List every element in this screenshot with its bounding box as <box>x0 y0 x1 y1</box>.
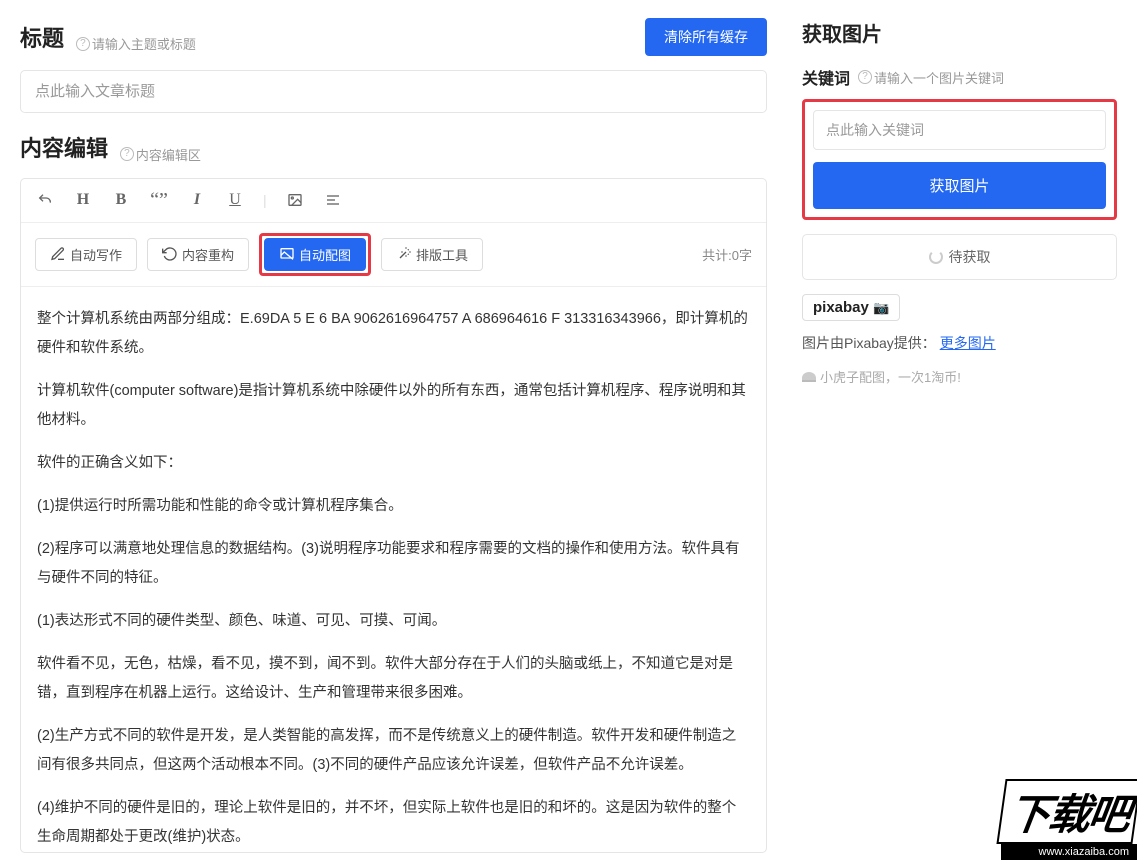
action-toolbar: 自动写作 内容重构 自动配图 排版工具 共计:0字 <box>21 223 766 287</box>
content-header: 内容编辑 ? 内容编辑区 <box>20 131 767 164</box>
bold-icon[interactable]: B <box>111 191 131 209</box>
editor-box: H B “” I U | 自动写作 <box>20 178 767 853</box>
keyword-input[interactable] <box>813 110 1106 150</box>
provider-row: 图片由Pixabay提供： 更多图片 <box>802 333 1117 353</box>
undo-icon[interactable] <box>35 192 55 208</box>
more-images-link[interactable]: 更多图片 <box>940 335 996 351</box>
info-icon: ? <box>76 37 90 51</box>
italic-icon[interactable]: I <box>187 191 207 209</box>
restructure-button[interactable]: 内容重构 <box>147 238 249 271</box>
paragraph: 计算机软件(computer software)是指计算机系统中除硬件以外的所有… <box>37 377 750 435</box>
layout-tool-button[interactable]: 排版工具 <box>381 238 483 271</box>
separator: | <box>263 192 267 208</box>
refresh-icon <box>162 246 178 262</box>
keyword-hint: ? 请输入一个图片关键词 <box>858 68 1004 87</box>
align-left-icon[interactable] <box>323 192 343 208</box>
content-hint: ? 内容编辑区 <box>120 145 201 164</box>
info-icon: ? <box>120 147 134 161</box>
title-hint: ? 请输入主题或标题 <box>76 34 196 53</box>
footer-note: 小虎子配图，一次1淘币! <box>802 367 1117 386</box>
char-count: 共计:0字 <box>702 245 752 264</box>
pencil-icon <box>50 246 66 262</box>
article-title-input[interactable] <box>20 70 767 113</box>
highlight-keyword-box: 获取图片 <box>802 99 1117 220</box>
auto-write-button[interactable]: 自动写作 <box>35 238 137 271</box>
paragraph: (2)生产方式不同的软件是开发，是人类智能的高发挥，而不是传统意义上的硬件制造。… <box>37 722 750 780</box>
paragraph: 软件的正确含义如下： <box>37 449 750 478</box>
get-image-title: 获取图片 <box>802 18 1117 47</box>
title-header: 标题 ? 请输入主题或标题 清除所有缓存 <box>20 18 767 56</box>
keyword-label-row: 关键词 ? 请输入一个图片关键词 <box>802 65 1117 89</box>
pending-status: 待获取 <box>802 234 1117 280</box>
quote-icon[interactable]: “” <box>149 189 169 212</box>
auto-image-button[interactable]: 自动配图 <box>264 238 366 271</box>
main-column: 标题 ? 请输入主题或标题 清除所有缓存 内容编辑 ? 内容编辑区 <box>0 0 787 860</box>
clear-cache-button[interactable]: 清除所有缓存 <box>645 18 767 56</box>
highlight-auto-image: 自动配图 <box>259 233 371 276</box>
info-icon: ? <box>858 70 872 84</box>
paragraph: 整个计算机系统由两部分组成：E.69DA 5 E 6 BA 9062616964… <box>37 305 750 363</box>
title-label: 标题 <box>20 26 64 51</box>
paragraph: 软件看不见，无色，枯燥，看不见，摸不到，闻不到。软件大部分存在于人们的头脑或纸上… <box>37 650 750 708</box>
paragraph: (4)维护不同的硬件是旧的，理论上软件是旧的，并不坏，但实际上软件也是旧的和坏的… <box>37 794 750 852</box>
wand-icon <box>396 246 412 262</box>
paragraph: (2)程序可以满意地处理信息的数据结构。(3)说明程序功能要求和程序需要的文档的… <box>37 535 750 593</box>
spinner-icon <box>929 250 943 264</box>
underline-icon[interactable]: U <box>225 191 245 209</box>
content-label: 内容编辑 <box>20 136 108 161</box>
format-toolbar: H B “” I U | <box>21 179 766 223</box>
camera-icon: 📷 <box>873 300 889 315</box>
picture-icon <box>279 246 295 262</box>
pixabay-badge: pixabay 📷 <box>802 294 900 321</box>
paragraph: (1)表达形式不同的硬件类型、颜色、味道、可见、可摸、可闻。 <box>37 607 750 636</box>
sidebar: 获取图片 关键词 ? 请输入一个图片关键词 获取图片 待获取 pixabay 📷… <box>787 0 1137 860</box>
paragraph: (1)提供运行时所需功能和性能的命令或计算机程序集合。 <box>37 492 750 521</box>
coin-icon <box>802 372 816 382</box>
fetch-image-button[interactable]: 获取图片 <box>813 162 1106 209</box>
image-icon[interactable] <box>285 192 305 208</box>
keyword-label: 关键词 <box>802 65 850 89</box>
content-editor[interactable]: 整个计算机系统由两部分组成：E.69DA 5 E 6 BA 9062616964… <box>21 287 766 852</box>
heading-icon[interactable]: H <box>73 191 93 209</box>
